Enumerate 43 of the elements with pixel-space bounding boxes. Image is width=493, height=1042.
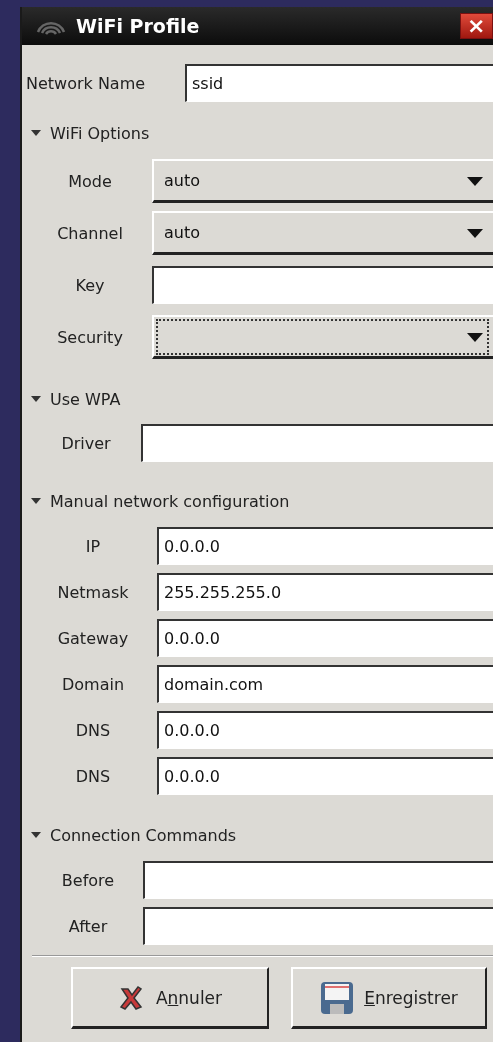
input-field[interactable]: 0.0.0.0 xyxy=(157,527,493,565)
field-label: Mode xyxy=(67,171,113,191)
input-field[interactable] xyxy=(143,861,493,899)
input-field[interactable]: domain.com xyxy=(157,665,493,703)
input-field[interactable]: ssid xyxy=(185,64,493,102)
expanded-triangle-icon xyxy=(30,496,42,506)
field-label: After xyxy=(67,916,109,936)
input-field[interactable]: 255.255.255.0 xyxy=(157,573,493,611)
field-label: Netmask xyxy=(56,582,130,602)
input-field[interactable] xyxy=(152,266,493,304)
field-label: Before xyxy=(60,870,116,890)
field-label: Network Name xyxy=(26,73,147,93)
dropdown-arrow-icon xyxy=(466,174,484,187)
dropdown[interactable] xyxy=(152,315,493,359)
input-field[interactable]: 0.0.0.0 xyxy=(157,619,493,657)
dropdown-arrow-icon xyxy=(466,226,484,239)
cancel-button[interactable]: Annuler xyxy=(71,967,269,1029)
field-label: Security xyxy=(56,327,124,347)
section-header[interactable]: Connection Commands xyxy=(26,813,237,857)
field-label: Channel xyxy=(56,223,124,243)
dropdown-arrow-icon xyxy=(466,330,484,343)
dropdown[interactable]: auto xyxy=(152,159,493,203)
input-field[interactable]: 0.0.0.0 xyxy=(157,711,493,749)
close-button[interactable]: × xyxy=(460,13,493,39)
field-label: IP xyxy=(84,536,102,556)
expanded-triangle-icon xyxy=(30,394,42,404)
field-label: Driver xyxy=(60,433,112,453)
section-header[interactable]: Manual network configuration xyxy=(26,479,290,523)
field-label: DNS xyxy=(74,720,112,740)
save-button[interactable]: Enregistrer xyxy=(291,967,487,1029)
input-field[interactable] xyxy=(143,907,493,945)
input-field[interactable]: 0.0.0.0 xyxy=(157,757,493,795)
section-header[interactable]: Use WPA xyxy=(26,377,121,421)
expanded-triangle-icon xyxy=(30,128,42,138)
field-label: DNS xyxy=(74,766,112,786)
field-label: Domain xyxy=(60,674,126,694)
field-label: Key xyxy=(74,275,106,295)
input-field[interactable] xyxy=(141,424,493,462)
section-header[interactable]: WiFi Options xyxy=(26,111,150,155)
expanded-triangle-icon xyxy=(30,830,42,840)
field-label: Gateway xyxy=(56,628,130,648)
window-title: WiFi Profile xyxy=(76,15,200,37)
dropdown[interactable]: auto xyxy=(152,211,493,255)
